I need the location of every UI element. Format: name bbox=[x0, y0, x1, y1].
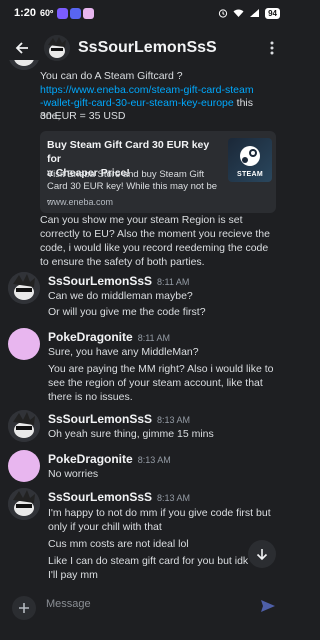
message-input[interactable]: Message bbox=[46, 598, 91, 610]
channel-title: SsSourLemonSsS bbox=[78, 39, 217, 56]
embed-description-line: Visit Eneba Store and buy Steam Gift bbox=[47, 169, 205, 180]
notification-app-icon bbox=[70, 7, 82, 19]
message-composer: Message bbox=[0, 588, 290, 640]
message-text: https://www.eneba.com/steam-gift-card-st… bbox=[40, 84, 276, 97]
message-author[interactable]: SsSourLemonSsS bbox=[48, 490, 152, 504]
embed-thumbnail[interactable]: STEAM bbox=[228, 138, 272, 182]
more-options-button[interactable] bbox=[254, 41, 290, 55]
notification-icons bbox=[57, 7, 95, 19]
message-author[interactable]: SsSourLemonSsS bbox=[48, 412, 152, 426]
author-avatar[interactable] bbox=[8, 272, 40, 304]
message-author[interactable]: PokeDragonite bbox=[48, 330, 133, 344]
message-header: SsSourLemonSsS 8:13 AM bbox=[48, 412, 190, 426]
message-author[interactable]: SsSourLemonSsS bbox=[48, 274, 152, 288]
message-author[interactable]: PokeDragonite bbox=[48, 452, 133, 466]
signal-icon bbox=[250, 9, 260, 17]
message-feed[interactable]: You can do A Steam Giftcard ? https://ww… bbox=[0, 60, 290, 588]
message-text: I'm happy to not do mm if you give code … bbox=[48, 507, 271, 519]
send-button[interactable] bbox=[260, 598, 276, 614]
notification-app-icon bbox=[57, 7, 69, 19]
message-link[interactable]: -wallet-gift-card-30-eur-steam-key-europ… bbox=[40, 97, 234, 109]
embed-thumbnail-text: STEAM bbox=[237, 171, 263, 178]
status-bar: 1:20 60º 94 bbox=[0, 0, 290, 26]
author-avatar[interactable] bbox=[8, 450, 40, 482]
add-attachment-button[interactable] bbox=[12, 596, 36, 620]
message-text: to ensure the safety of both parties. bbox=[40, 256, 205, 268]
steam-logo-icon bbox=[240, 146, 260, 166]
message-header: PokeDragonite 8:11 AM bbox=[48, 330, 170, 344]
message-timestamp: 8:13 AM bbox=[137, 455, 171, 465]
message-text: only if your chill with that bbox=[48, 521, 162, 533]
character-avatar-icon bbox=[44, 35, 70, 61]
arrow-left-icon bbox=[15, 42, 28, 54]
message-text: Can we do middleman maybe? bbox=[48, 290, 193, 302]
author-avatar[interactable] bbox=[8, 488, 40, 520]
battery-indicator: 94 bbox=[265, 7, 280, 19]
embed-title-line: Buy Steam Gift Card 30 EUR key for bbox=[47, 139, 210, 165]
message-header: SsSourLemonSsS 8:13 AM bbox=[48, 490, 190, 504]
more-vertical-icon bbox=[270, 41, 274, 55]
alarm-icon bbox=[218, 9, 228, 18]
message-text: 30 EUR = 35 USD bbox=[40, 110, 126, 122]
author-avatar bbox=[8, 60, 40, 70]
status-time: 1:20 bbox=[14, 7, 37, 19]
character-avatar-icon bbox=[8, 60, 40, 70]
message-timestamp: 8:13 AM bbox=[157, 415, 191, 425]
wifi-icon bbox=[233, 9, 244, 17]
message-text: You can do A Steam Giftcard ? bbox=[40, 70, 183, 82]
author-avatar[interactable] bbox=[8, 410, 40, 442]
character-avatar-icon bbox=[8, 410, 40, 442]
network-speed: 60º bbox=[40, 8, 54, 18]
message-header: SsSourLemonSsS 8:11 AM bbox=[48, 274, 189, 288]
character-avatar-icon bbox=[8, 488, 40, 520]
jump-to-latest-button[interactable] bbox=[248, 540, 276, 568]
message-text: see the region of your steam account, li… bbox=[48, 377, 263, 389]
message-link[interactable]: https://www.eneba.com/steam-gift-card-st… bbox=[40, 84, 254, 96]
arrow-down-icon bbox=[256, 549, 268, 561]
message-text: Sure, you have any MiddleMan? bbox=[48, 346, 199, 358]
message-text: You are paying the MM right? Also i woul… bbox=[48, 363, 274, 375]
message-text: Can you show me your steam Region is set bbox=[40, 214, 243, 226]
message-text: there is no issues. bbox=[48, 391, 133, 403]
message-text: I'll pay mm bbox=[48, 569, 98, 581]
notification-app-icon bbox=[83, 7, 95, 19]
link-embed[interactable]: Buy Steam Gift Card 30 EUR key for a Che… bbox=[40, 131, 276, 213]
channel-avatar[interactable] bbox=[44, 35, 70, 61]
message-timestamp: 8:11 AM bbox=[137, 333, 171, 343]
message-timestamp: 8:11 AM bbox=[157, 277, 190, 287]
message-text: Oh yeah sure thing, gimme 15 mins bbox=[48, 428, 214, 440]
message-text: Or will you give me the code first? bbox=[48, 306, 206, 318]
message-text: correctly to EU? Also the moment you rec… bbox=[40, 228, 270, 240]
embed-site: www.eneba.com bbox=[47, 197, 114, 207]
message-header: PokeDragonite 8:13 AM bbox=[48, 452, 171, 466]
plus-icon bbox=[19, 603, 29, 613]
character-avatar-icon bbox=[8, 272, 40, 304]
author-avatar[interactable] bbox=[8, 328, 40, 360]
message-text: No worries bbox=[48, 468, 99, 480]
send-icon bbox=[261, 600, 275, 612]
message-text: code, i would like you record reedeming … bbox=[40, 242, 269, 254]
message-timestamp: 8:13 AM bbox=[157, 493, 191, 503]
